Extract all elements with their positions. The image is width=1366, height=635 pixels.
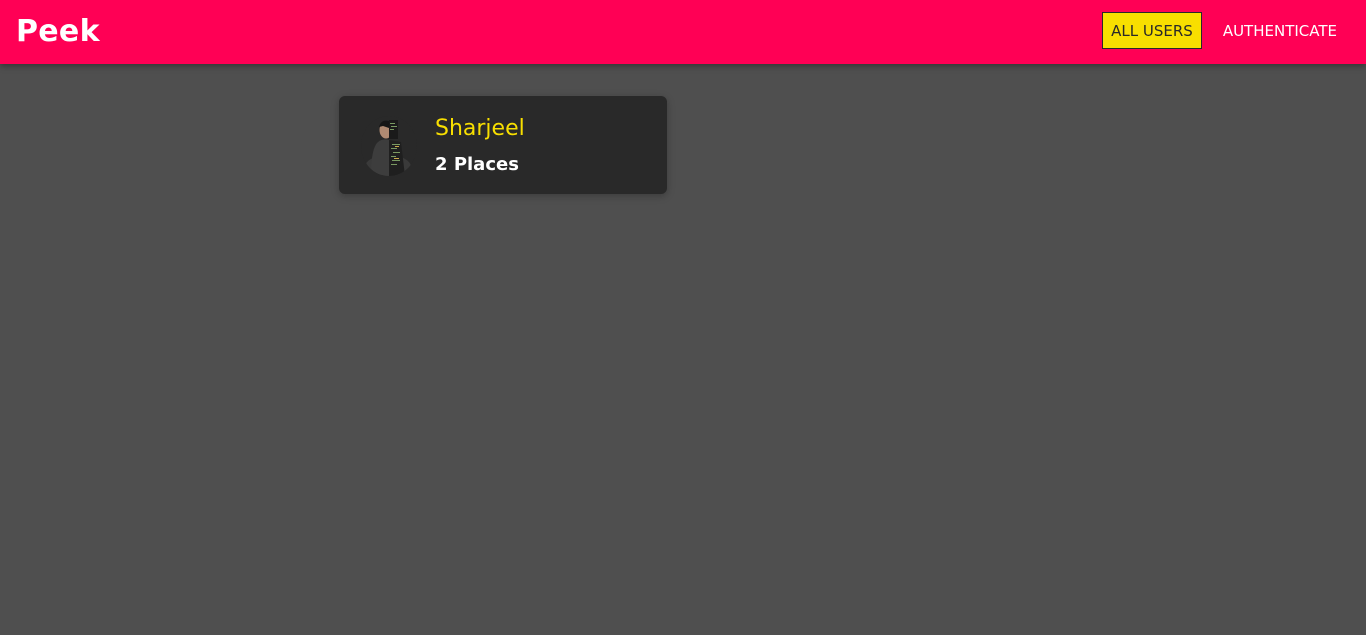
places-count-label: Places — [453, 154, 519, 175]
user-name: Sharjeel — [435, 116, 525, 141]
nav-authenticate-link[interactable]: AUTHENTICATE — [1212, 12, 1348, 49]
places-count-number: 2 — [435, 154, 448, 175]
main-navigation: ALL USERS AUTHENTICATE — [1102, 12, 1348, 49]
brand-logo-link[interactable]: Peek — [16, 12, 100, 52]
user-avatar-icon — [361, 116, 417, 176]
user-places-count: 2 Places — [435, 152, 519, 178]
user-avatar — [361, 116, 417, 176]
main-header: Peek ALL USERS AUTHENTICATE — [0, 0, 1366, 64]
nav-all-users-link[interactable]: ALL USERS — [1102, 12, 1202, 49]
